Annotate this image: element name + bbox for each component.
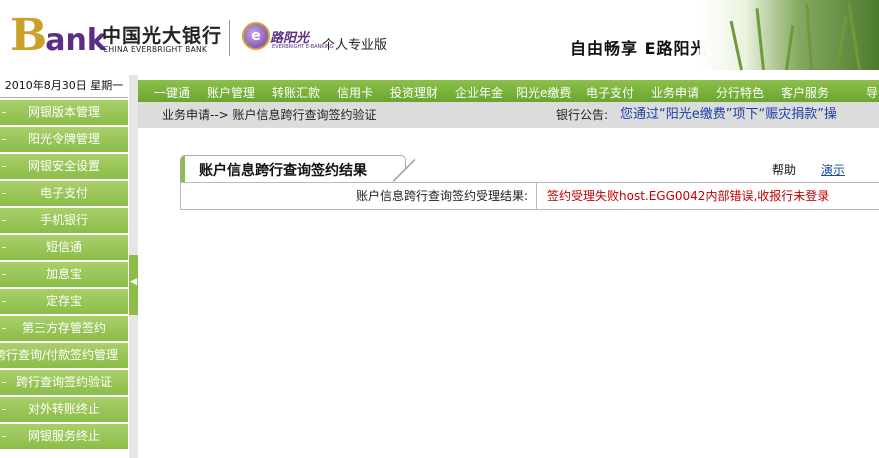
breadcrumb: 业务申请--> 账户信息跨行查询签约验证 — [162, 108, 377, 122]
nav-investment[interactable]: 投资理财 — [390, 80, 438, 102]
result-error-message: 签约受理失败host.EGG0042内部错误,收报行未登录 — [547, 189, 830, 203]
sidebar-item-label: 手机银行 — [39, 213, 88, 227]
bank-name-cn: 中国光大银行 — [102, 25, 223, 47]
nav-branch-features[interactable]: 分行特色 — [716, 80, 764, 102]
nav-annuity[interactable]: 企业年金 — [455, 80, 503, 102]
sidebar: - 网银版本管理 - 阳光令牌管理 - 网银安全设置 - 电子支付 - 手机银行… — [0, 98, 128, 458]
sidebar-item-label: 对外转账终止 — [27, 402, 100, 416]
panel-title: 账户信息跨行查询签约结果 — [199, 163, 367, 179]
sidebar-item-label: 网银版本管理 — [27, 105, 100, 119]
logo-divider — [229, 20, 230, 56]
sidebar-item-fixed-deposit[interactable]: - 定存宝 — [0, 289, 128, 316]
notice-marquee[interactable]: 您通过“阳光e缴费”项下“赈灾捐款”操 — [620, 102, 837, 128]
chevron-left-icon: ◀ — [130, 277, 137, 287]
sidebar-item-version-mgmt[interactable]: - 网银版本管理 — [0, 100, 128, 127]
sidebar-item-label: 短信通 — [45, 240, 82, 254]
nav-e-payment-fees[interactable]: 阳光e缴费 — [516, 80, 571, 102]
top-nav: 一键通 账户管理 转账汇款 信用卡 投资理财 企业年金 阳光e缴费 电子支付 业… — [138, 80, 879, 102]
sidebar-item-label: 网银服务终止 — [27, 429, 100, 443]
sidebar-item-label: 定存宝 — [45, 294, 82, 308]
sidebar-item-label: 网银安全设置 — [27, 159, 100, 173]
nav-account-mgmt[interactable]: 账户管理 — [207, 80, 255, 102]
grass-banner-image — [700, 0, 879, 71]
sidebar-item-sms[interactable]: - 短信通 — [0, 235, 128, 262]
demo-link[interactable]: 演示 — [821, 161, 845, 178]
edition-label: 个人专业版 — [322, 38, 388, 53]
nav-credit-card[interactable]: 信用卡 — [337, 80, 373, 102]
panel-tab: 账户信息跨行查询签约结果 — [180, 155, 406, 182]
sidebar-item-security-settings[interactable]: - 网银安全设置 — [0, 154, 128, 181]
nav-guide[interactable]: 导 — [866, 80, 878, 102]
sidebar-item-label: 加息宝 — [45, 267, 82, 281]
sidebar-item-interest-plus[interactable]: - 加息宝 — [0, 262, 128, 289]
sidebar-item-label: 电子支付 — [39, 186, 88, 200]
result-row: 账户信息跨行查询签约受理结果: 签约受理失败host.EGG0042内部错误,收… — [180, 182, 879, 210]
logo-letters-ank: ank — [45, 23, 107, 58]
date-display: 2010年8月30日 星期一 — [0, 75, 128, 98]
sidebar-item-transfer-termination[interactable]: - 对外转账终止 — [0, 397, 128, 424]
bank-logo: B ank — [10, 10, 107, 58]
bank-name-en: CHINA EVERBRIGHT BANK — [103, 45, 208, 54]
sidebar-item-service-termination[interactable]: - 网银服务终止 — [0, 424, 128, 451]
sidebar-collapse-toggle[interactable]: ◀ — [129, 255, 138, 315]
header: B ank 中国光大银行 CHINA EVERBRIGHT BANK e 路阳光… — [0, 0, 879, 71]
nav-one-click[interactable]: 一键通 — [154, 80, 190, 102]
sidebar-item-cross-bank-mgmt[interactable]: 跨行查询/付款签约管理 — [0, 343, 128, 370]
logo-letter-b: B — [10, 10, 48, 61]
nav-transfer[interactable]: 转账汇款 — [272, 80, 320, 102]
help-link[interactable]: 帮助 — [772, 161, 796, 178]
sidebar-item-label: 跨行查询签约验证 — [15, 375, 112, 389]
panel-tab-corner — [393, 157, 415, 183]
sidebar-item-label: 跨行查询/付款签约管理 — [0, 348, 119, 362]
sidebar-item-token-mgmt[interactable]: - 阳光令牌管理 — [0, 127, 128, 154]
sidebar-item-third-party-custody[interactable]: - 第三方存管签约 — [0, 316, 128, 343]
nav-customer-service[interactable]: 客户服务 — [781, 80, 829, 102]
nav-business-apply[interactable]: 业务申请 — [651, 80, 699, 102]
slogan: 自由畅享 E路阳光 — [570, 39, 708, 58]
result-label: 账户信息跨行查询签约受理结果: — [181, 183, 537, 209]
notice-label: 银行公告: — [556, 108, 609, 122]
sidebar-item-label: 阳光令牌管理 — [27, 132, 100, 146]
sidebar-item-cross-bank-verify[interactable]: - 跨行查询签约验证 — [0, 370, 128, 397]
eroad-logo-icon: e — [242, 22, 270, 50]
sidebar-item-mobile-bank[interactable]: - 手机银行 — [0, 208, 128, 235]
sub-bar: 业务申请--> 账户信息跨行查询签约验证 银行公告: 您通过“阳光e缴费”项下“… — [138, 102, 879, 128]
nav-e-payment[interactable]: 电子支付 — [586, 80, 634, 102]
sidebar-item-label: 第三方存管签约 — [21, 321, 106, 335]
sidebar-item-e-payment[interactable]: - 电子支付 — [0, 181, 128, 208]
